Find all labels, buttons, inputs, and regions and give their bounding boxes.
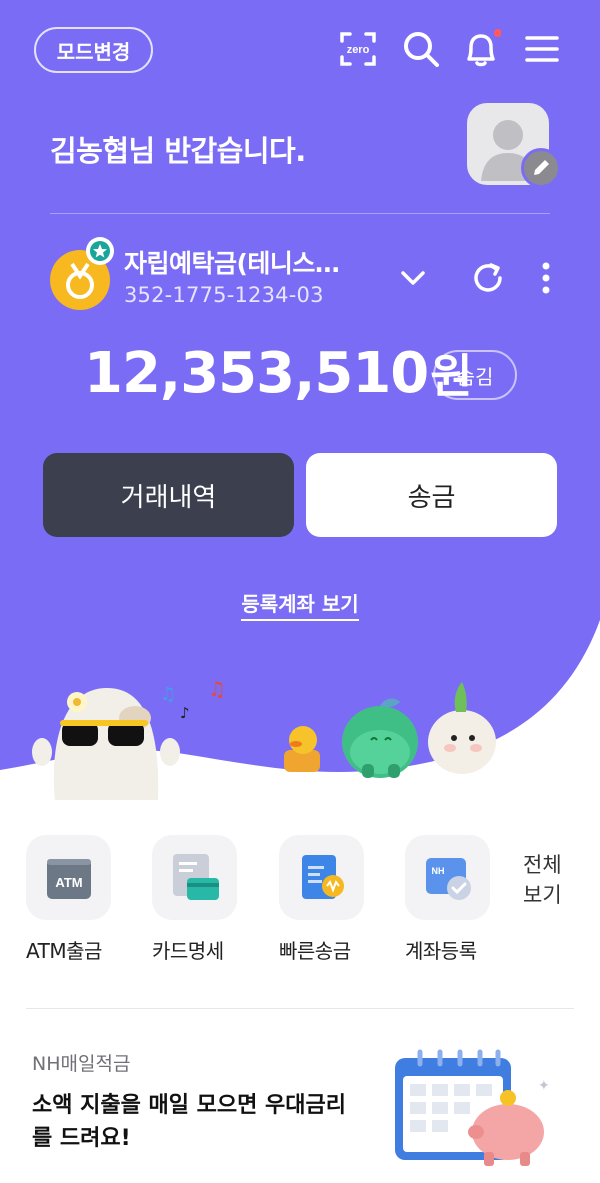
favorite-star-icon <box>86 237 114 265</box>
greeting-text: 김농협님 반갑습니다. <box>50 134 306 168</box>
svg-text:♪: ♪ <box>180 704 190 722</box>
account-register-icon: NH <box>405 835 490 920</box>
transaction-history-button[interactable]: 거래내역 <box>43 453 294 537</box>
more-options-icon[interactable] <box>526 258 566 298</box>
card-statement-icon <box>152 835 237 920</box>
quick-transfer-icon <box>279 835 364 920</box>
quick-label-quick-transfer: 빠른송금 <box>279 939 351 963</box>
promo-title[interactable]: 소액 지출을 매일 모으면 우대금리를 드려요! <box>32 1089 362 1155</box>
account-register-icon-label: NH <box>431 866 444 876</box>
menu-icon[interactable] <box>521 28 563 70</box>
account-name[interactable]: 자립예탁금(테니스… <box>124 244 340 280</box>
balance-amount: 12,353,510 <box>84 341 429 406</box>
account-number: 352-1775-1234-03 <box>124 283 324 307</box>
bell-icon[interactable] <box>460 28 502 70</box>
section-divider <box>26 1008 574 1009</box>
apple-mascot <box>342 698 418 778</box>
zero-pay-icon[interactable]: zero <box>337 28 379 70</box>
calendar-piggy-bank-icon: ✦ <box>395 1049 550 1166</box>
header-divider <box>50 213 550 214</box>
registered-accounts-link[interactable]: 등록계좌 보기 <box>241 592 359 621</box>
hide-balance-button[interactable]: 숨김 <box>433 350 517 400</box>
atm-icon-label: ATM <box>55 875 82 890</box>
search-icon[interactable] <box>400 28 442 70</box>
edit-avatar-icon[interactable] <box>521 148 561 188</box>
quick-menu: ATM ATM출금 카드명세 빠른송금 NH 계좌등록 <box>0 835 600 965</box>
music-notes: ♫ ♪ ♫ <box>160 677 226 722</box>
notification-dot <box>494 29 501 37</box>
ghost-mascot <box>32 687 180 800</box>
mascot-illustration: ♫ ♪ ♫ <box>32 677 496 800</box>
chevron-down-icon[interactable] <box>393 258 433 298</box>
account-balance: 12,353,510원 <box>84 340 473 406</box>
quick-label-card-statement: 카드명세 <box>152 939 224 963</box>
registered-accounts-link-wrap: 등록계좌 보기 <box>0 588 600 621</box>
quick-label-atm: ATM출금 <box>26 939 102 963</box>
duck-mascot <box>284 726 320 772</box>
transfer-button[interactable]: 송금 <box>306 453 557 537</box>
zero-pay-label: zero <box>347 44 370 56</box>
svg-text:✦: ✦ <box>538 1078 550 1094</box>
svg-text:♫: ♫ <box>208 677 226 701</box>
onion-mascot <box>428 682 496 774</box>
atm-icon: ATM <box>26 835 111 920</box>
mode-change-button[interactable]: 모드변경 <box>34 27 153 73</box>
promo-subtitle: NH매일적금 <box>32 1053 131 1075</box>
svg-text:♫: ♫ <box>160 684 176 705</box>
quick-label-account-register: 계좌등록 <box>405 939 477 963</box>
view-all-button[interactable]: 전체 보기 <box>523 850 573 910</box>
refresh-icon[interactable] <box>468 258 508 298</box>
